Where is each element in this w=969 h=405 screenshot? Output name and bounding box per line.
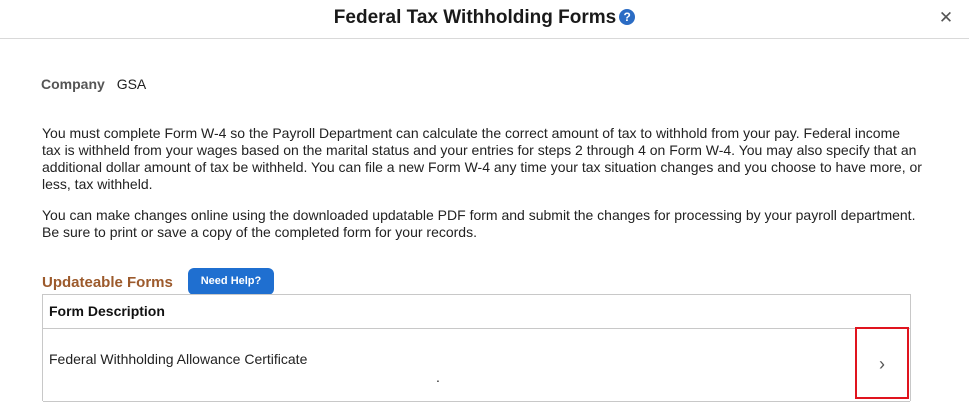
page-title: Federal Tax Withholding Forms — [333, 7, 617, 28]
section-title: Updateable Forms — [42, 274, 173, 291]
instructions-paragraph-2: You can make changes online using the do… — [42, 207, 916, 240]
grid-column-header: Form Description — [43, 295, 910, 329]
form-description: Federal Withholding Allowance Certificat… — [49, 351, 308, 367]
modal-title-wrap: Federal Tax Withholding Forms? — [0, 7, 969, 29]
chevron-right-icon[interactable]: › — [855, 327, 909, 399]
company-value: GSA — [116, 76, 147, 92]
close-icon[interactable]: ✕ — [937, 9, 955, 27]
forms-grid: Form Description Federal Withholding All… — [42, 294, 911, 402]
company-field: Company GSA — [41, 76, 146, 92]
table-row[interactable]: Federal Withholding Allowance Certificat… — [43, 327, 910, 402]
row-trailing-mark: . — [436, 369, 440, 385]
need-help-button[interactable]: Need Help? — [188, 268, 274, 295]
company-label: Company — [41, 76, 105, 92]
modal-header: Federal Tax Withholding Forms? ✕ — [0, 0, 969, 39]
help-icon[interactable]: ? — [619, 9, 636, 25]
instructions-paragraph-1: You must complete Form W-4 so the Payrol… — [42, 125, 922, 192]
